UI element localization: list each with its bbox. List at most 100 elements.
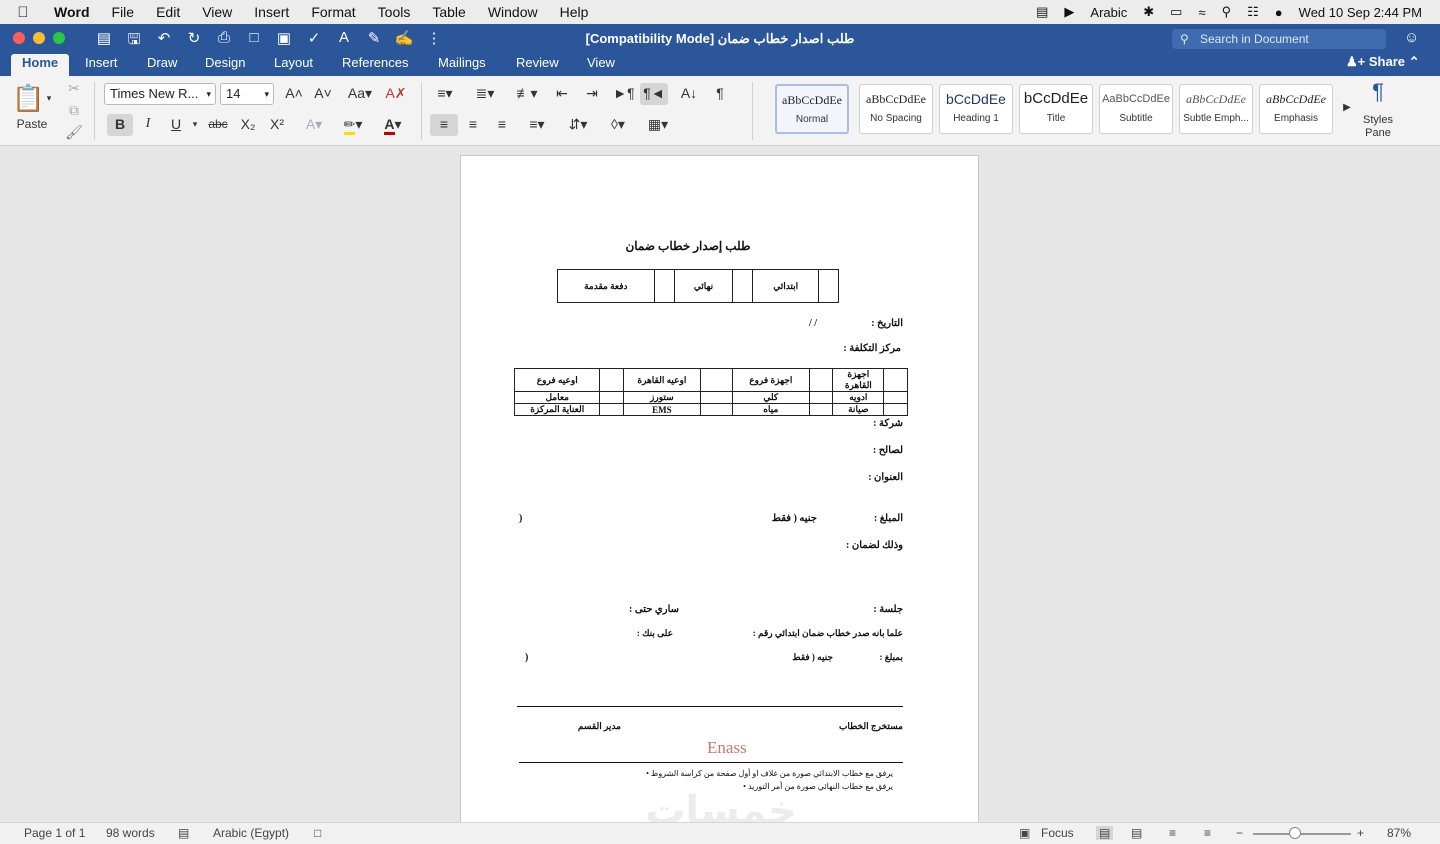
menu-help[interactable]: Help [549,4,600,20]
sort-icon[interactable]: A↓ [676,83,702,105]
wifi-icon[interactable]: ≈ [1198,5,1205,20]
menu-format[interactable]: Format [300,4,366,20]
menu-view[interactable]: View [191,4,243,20]
font-size-select[interactable]: 14 ▾ [220,83,274,105]
control-center-icon[interactable]: ☷ [1247,4,1259,20]
menu-edit[interactable]: Edit [145,4,191,20]
change-case-icon[interactable]: Aa▾ [342,83,378,105]
style-emphasis[interactable]: aBbCcDdEe Emphasis [1259,84,1333,134]
ltr-direction-icon[interactable]: ►¶ [610,83,638,105]
tab-insert[interactable]: Insert [85,54,118,76]
zoom-level[interactable]: 87% [1387,826,1411,840]
spotlight-icon[interactable]: ⚲ [1222,4,1232,20]
menu-extra-icon[interactable]: ▤ [1036,4,1048,20]
bold-button[interactable]: B [107,114,133,136]
italic-button[interactable]: I [137,114,159,136]
print-layout-icon[interactable]: ▤ [1096,826,1114,840]
cost-check-cell[interactable] [808,368,834,392]
input-source[interactable]: Arabic [1090,5,1127,20]
document-page[interactable]: طلب إصدار خطاب ضمان دفعة مقدمة نهائي ابت… [460,155,979,822]
tab-review[interactable]: Review [516,54,559,76]
proofing-icon[interactable]: ▤ [178,826,189,840]
strikethrough-button[interactable]: abc [204,114,232,136]
text-effects-button[interactable]: A▾ [298,114,330,136]
style-normal[interactable]: aBbCcDdEe Normal [775,84,849,134]
bluetooth-icon[interactable]: ✱ [1143,4,1154,20]
format-painter-icon[interactable]: 🖌 [64,122,84,144]
cost-check-cell[interactable] [599,368,624,392]
cost-check-cell[interactable] [808,391,834,404]
focus-icon[interactable]: ▣ [1019,826,1030,840]
align-center-button[interactable]: ≡ [460,114,486,136]
line-spacing-button[interactable]: ⇵▾ [560,114,596,136]
menu-insert[interactable]: Insert [243,4,300,20]
styles-gallery-next-icon[interactable]: ▶ [1340,98,1354,120]
copy-icon[interactable]: ⧉ [64,100,84,122]
paste-button[interactable]: 📋 [12,80,44,116]
justify-button[interactable]: ≡▾ [520,114,554,136]
word-count[interactable]: 98 words [106,826,155,840]
checkbox-cell-advance[interactable] [653,269,675,303]
page-count[interactable]: Page 1 of 1 [24,826,85,840]
styles-pane-label[interactable]: Styles Pane [1355,114,1401,144]
search-input[interactable]: ⚲ Search in Document [1172,29,1386,49]
draft-view-icon[interactable]: ≡ [1204,826,1211,840]
outline-view-icon[interactable]: ≡ [1169,826,1176,840]
cost-check-cell[interactable] [883,368,908,392]
underline-button[interactable]: U [165,114,187,136]
web-layout-icon[interactable]: ▤ [1131,826,1142,840]
checkbox-cell-final[interactable] [732,269,754,303]
accessibility-icon[interactable]: □ [314,826,321,840]
play-icon[interactable]: ▶ [1064,4,1074,20]
tab-references[interactable]: References [342,54,408,76]
tab-draw[interactable]: Draw [147,54,177,76]
font-color-button[interactable]: A▾ [374,114,412,136]
style-heading-1[interactable]: bCcDdEe Heading 1 [939,84,1013,134]
align-right-button[interactable]: ≡ [489,114,515,136]
cost-check-cell[interactable] [599,403,624,416]
increase-indent-icon[interactable]: ⇥ [580,83,604,105]
multilevel-list-button[interactable]: ≢▾ [510,83,544,105]
tab-home[interactable]: Home [11,54,70,76]
tab-view[interactable]: View [587,54,615,76]
subscript-button[interactable]: X₂ [236,114,260,136]
style-subtle-emphasis[interactable]: aBbCcDdEe Subtle Emph... [1179,84,1253,134]
tab-design[interactable]: Design [205,54,245,76]
battery-icon[interactable]: ▭ [1170,4,1182,20]
numbering-button[interactable]: ≣▾ [468,83,502,105]
cost-check-cell[interactable] [883,403,908,416]
style-title[interactable]: bCcDdEe Title [1019,84,1093,134]
apple-icon[interactable]:  [0,4,46,21]
cost-check-cell[interactable] [699,368,733,392]
zoom-slider-thumb[interactable] [1289,827,1301,839]
cut-icon[interactable]: ✂ [64,78,84,100]
menu-app-word[interactable]: Word [46,4,101,20]
cost-center-table[interactable]: اوعيه فروع اوعيه القاهرة اجهزة فروع اجهز… [513,368,908,416]
cost-check-cell[interactable] [883,391,908,404]
menubar-clock[interactable]: Wed 10 Sep 2:44 PM [1299,5,1422,20]
cost-check-cell[interactable] [808,403,834,416]
align-left-button[interactable]: ≡ [430,114,458,136]
clear-formatting-icon[interactable]: A✗ [384,83,408,105]
borders-button[interactable]: ▦▾ [640,114,676,136]
paste-options-dropdown[interactable]: ▾ [42,88,56,110]
menu-tools[interactable]: Tools [367,4,422,20]
show-formatting-marks-icon[interactable]: ¶ [708,83,732,105]
shading-button[interactable]: ◊▾ [600,114,636,136]
focus-label[interactable]: Focus [1041,826,1074,840]
document-area[interactable]: طلب إصدار خطاب ضمان دفعة مقدمة نهائي ابت… [0,147,1440,822]
highlight-color-button[interactable]: ✏▾ [334,114,372,136]
letter-type-table[interactable]: دفعة مقدمة نهائي ابتدائي [557,269,839,303]
font-name-select[interactable]: Times New R... ▾ [104,83,216,105]
decrease-indent-icon[interactable]: ⇤ [550,83,574,105]
share-button[interactable]: ♟+ Share ⌃ [1346,54,1420,74]
zoom-out-icon[interactable]: − [1236,826,1243,840]
style-no-spacing[interactable]: aBbCcDdEe No Spacing [859,84,933,134]
feedback-smiley-icon[interactable]: ☺ [1404,29,1419,46]
style-subtitle[interactable]: AaBbCcDdEe Subtitle [1099,84,1173,134]
tab-mailings[interactable]: Mailings [438,54,486,76]
superscript-button[interactable]: X² [265,114,289,136]
styles-pane-icon[interactable]: ¶ [1362,81,1394,112]
checkbox-cell-initial[interactable] [818,269,839,303]
rtl-direction-icon[interactable]: ¶◄ [640,83,668,105]
